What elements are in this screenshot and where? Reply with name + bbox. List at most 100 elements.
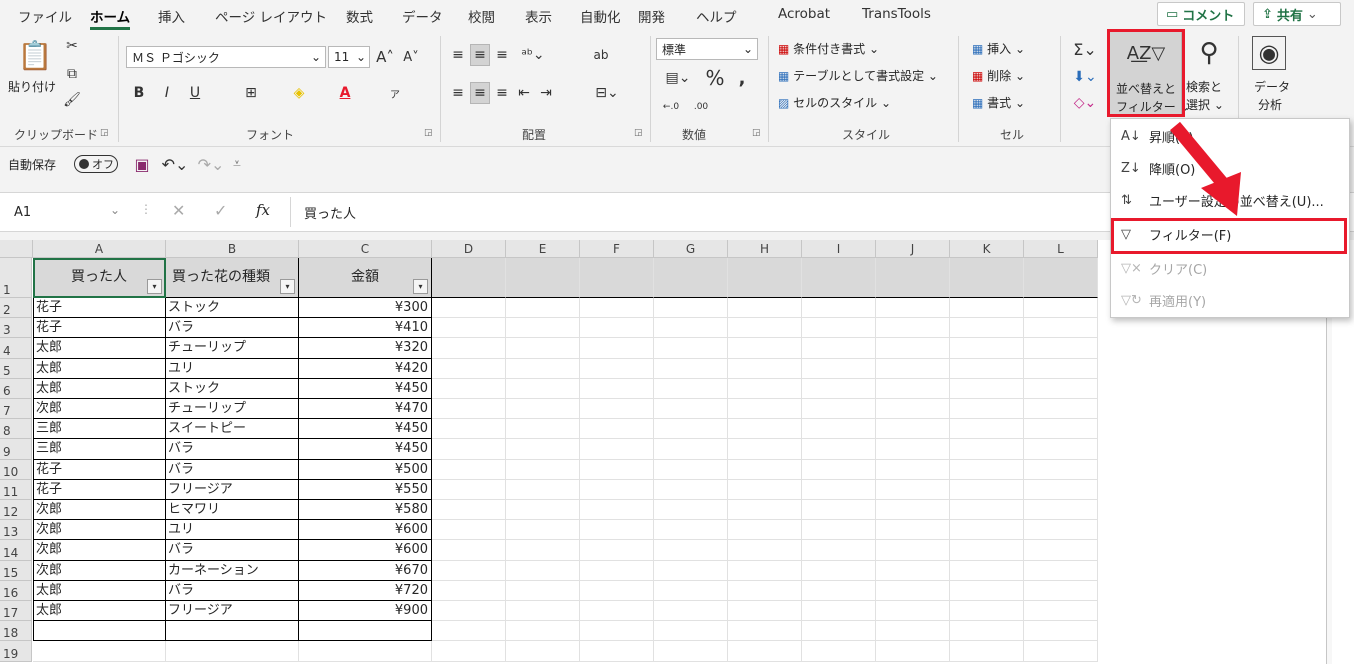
undo-icon[interactable]: ↶⌄ [160,154,190,174]
cell[interactable] [950,621,1024,642]
redo-icon[interactable]: ↷⌄ [196,154,226,174]
italic-button[interactable]: I [158,82,176,104]
cell[interactable] [654,378,728,399]
font-size-select[interactable]: 11 ⌄ [328,46,370,68]
cell[interactable] [432,621,506,642]
comma-icon[interactable]: , [734,66,750,90]
cell[interactable] [728,500,802,521]
table-cell[interactable]: ストック [166,298,299,319]
cell[interactable] [506,439,580,460]
table-cell[interactable]: ¥580 [299,500,432,521]
decrease-decimal-icon[interactable]: .00 [690,96,712,118]
menu-item-clear-filter[interactable]: ▽× クリア(C) [1111,253,1351,283]
table-cell[interactable]: 太郎 [33,378,166,399]
table-cell[interactable]: ¥550 [299,479,432,500]
cell[interactable] [950,439,1024,460]
tab-10[interactable]: ヘルプ [696,6,737,26]
cell[interactable] [506,621,580,642]
cell[interactable] [654,580,728,601]
cell[interactable] [876,318,950,339]
table-cell[interactable]: ユリ [166,358,299,379]
cell[interactable] [1024,459,1098,480]
cell[interactable] [876,459,950,480]
cell[interactable] [802,258,876,298]
table-cell[interactable]: バラ [166,580,299,601]
increase-decimal-icon[interactable]: ←.0 [660,96,682,118]
enter-icon[interactable]: ✓ [214,201,227,220]
row-header[interactable]: 5 [0,358,32,379]
table-cell[interactable]: ¥720 [299,580,432,601]
cell[interactable] [580,560,654,581]
table-cell[interactable]: ユリ [166,520,299,541]
row-header[interactable]: 17 [0,601,32,622]
table-cell[interactable]: バラ [166,318,299,339]
select-all-corner[interactable] [0,240,33,258]
cell[interactable] [1024,479,1098,500]
cell[interactable] [506,520,580,541]
cell[interactable] [950,318,1024,339]
cell[interactable] [654,641,728,662]
percent-button[interactable]: % [704,66,726,90]
table-cell[interactable]: ¥500 [299,459,432,480]
column-header[interactable]: J [876,240,950,258]
cell-styles-button[interactable]: ▨ セルのスタイル ⌄ [778,94,891,111]
cut-icon[interactable]: ✂ [64,38,80,54]
tab-5[interactable]: データ [402,6,443,26]
cell[interactable] [802,318,876,339]
cell[interactable] [876,641,950,662]
row-header[interactable]: 19 [0,641,32,662]
cell[interactable] [299,641,432,662]
cell[interactable] [654,439,728,460]
cell[interactable] [580,318,654,339]
cell[interactable] [506,258,580,298]
cell[interactable] [1024,338,1098,359]
cell[interactable] [580,358,654,379]
cell[interactable] [432,540,506,561]
table-cell[interactable]: 太郎 [33,338,166,359]
row-header[interactable]: 8 [0,419,32,440]
table-cell[interactable]: ¥600 [299,540,432,561]
cell[interactable] [580,399,654,420]
table-cell[interactable] [166,621,299,642]
cell[interactable] [654,298,728,319]
cell[interactable] [580,378,654,399]
tab-8[interactable]: 自動化 [580,6,621,26]
table-cell[interactable]: バラ [166,439,299,460]
cell[interactable] [950,338,1024,359]
delete-cells-button[interactable]: ▦ 削除 ⌄ [972,67,1025,84]
cell[interactable] [802,560,876,581]
save-icon[interactable]: ▣ [132,154,152,174]
cell[interactable] [876,560,950,581]
cell[interactable] [728,601,802,622]
column-header[interactable]: G [654,240,728,258]
cell[interactable] [950,641,1024,662]
cell[interactable] [802,358,876,379]
row-header[interactable]: 12 [0,500,32,521]
cell[interactable] [728,338,802,359]
table-cell[interactable]: ¥470 [299,399,432,420]
cell[interactable] [33,641,166,662]
data-analysis-button[interactable]: データ [1254,78,1290,95]
table-cell[interactable]: 太郎 [33,358,166,379]
table-cell[interactable]: ¥450 [299,439,432,460]
cell[interactable] [950,459,1024,480]
cell[interactable] [580,419,654,440]
cell[interactable] [580,520,654,541]
copy-icon[interactable]: ⧉ [64,66,80,82]
align-center-icon[interactable]: ≡ [470,82,490,104]
cell[interactable] [506,378,580,399]
table-cell[interactable]: ¥670 [299,560,432,581]
cell[interactable] [580,479,654,500]
cell[interactable] [950,419,1024,440]
conditional-format-button[interactable]: ▦ 条件付き書式 ⌄ [778,40,879,57]
table-cell[interactable]: ¥450 [299,378,432,399]
column-header[interactable]: L [1024,240,1098,258]
launcher-icon[interactable]: ◲ [752,128,761,138]
cell[interactable] [580,298,654,319]
table-cell[interactable]: チューリップ [166,399,299,420]
customize-qat-icon[interactable]: ⩡ [230,154,244,174]
chevron-down-icon[interactable]: ⌄ [110,203,120,217]
cell[interactable] [802,298,876,319]
tab-1[interactable]: ホーム [90,6,131,30]
column-header[interactable]: I [802,240,876,258]
